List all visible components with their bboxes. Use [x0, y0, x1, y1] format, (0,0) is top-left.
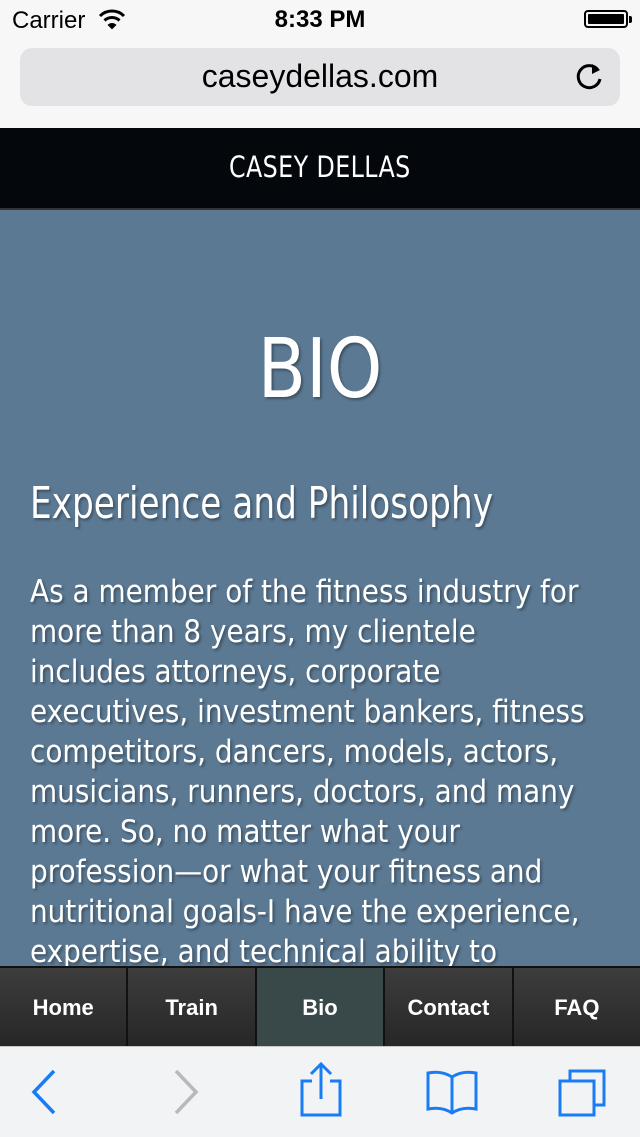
- site-header: CASEY DELLAS: [0, 128, 640, 210]
- nav-bio[interactable]: Bio: [256, 968, 386, 1048]
- tabs-icon[interactable]: [556, 1067, 610, 1124]
- browser-toolbar: [0, 1046, 640, 1137]
- site-brand[interactable]: CASEY DELLAS: [229, 150, 411, 184]
- nav-train[interactable]: Train: [128, 968, 257, 1048]
- main-content: BIO Experience and Philosophy As a membe…: [0, 210, 640, 966]
- nav-contact[interactable]: Contact: [385, 968, 514, 1048]
- address-bar[interactable]: caseydellas.com: [20, 48, 620, 106]
- paragraph-line: expertise, and technical ability to: [30, 934, 498, 966]
- bio-paragraph: As a member of the fitness industry for …: [30, 572, 620, 966]
- paragraph-line: includes attorneys, corporate: [30, 654, 441, 690]
- battery-icon: [584, 10, 632, 28]
- paragraph-line: competitors, dancers, models, actors,: [30, 734, 559, 770]
- section-heading: Experience and Philosophy: [30, 478, 494, 529]
- nav-home[interactable]: Home: [0, 968, 129, 1048]
- paragraph-line: more. So, no matter what your: [30, 814, 460, 850]
- paragraph-line: As a member of the fitness industry for: [30, 574, 579, 610]
- status-time: 8:33 PM: [274, 6, 366, 33]
- page-title: BIO: [257, 322, 383, 417]
- back-icon[interactable]: [28, 1067, 60, 1122]
- paragraph-line: more than 8 years, my clientele: [30, 614, 476, 650]
- reload-icon[interactable]: [572, 60, 606, 94]
- browser-address-area: caseydellas.com: [0, 40, 640, 128]
- status-bar: Carrier 8:33 PM: [0, 0, 640, 40]
- paragraph-line: executives, investment bankers, fitness: [30, 694, 585, 730]
- nav-faq[interactable]: FAQ: [513, 968, 640, 1048]
- paragraph-line: nutritional goals-I have the experience,: [30, 894, 580, 930]
- paragraph-line: profession—or what your fitness and: [30, 854, 543, 890]
- url-text[interactable]: caseydellas.com: [20, 58, 620, 95]
- forward-icon[interactable]: [170, 1067, 202, 1122]
- bookmarks-icon[interactable]: [424, 1069, 480, 1122]
- paragraph-line: musicians, runners, doctors, and many: [30, 774, 575, 810]
- site-nav: Home Train Bio Contact FAQ: [0, 966, 640, 1048]
- share-icon[interactable]: [298, 1061, 344, 1124]
